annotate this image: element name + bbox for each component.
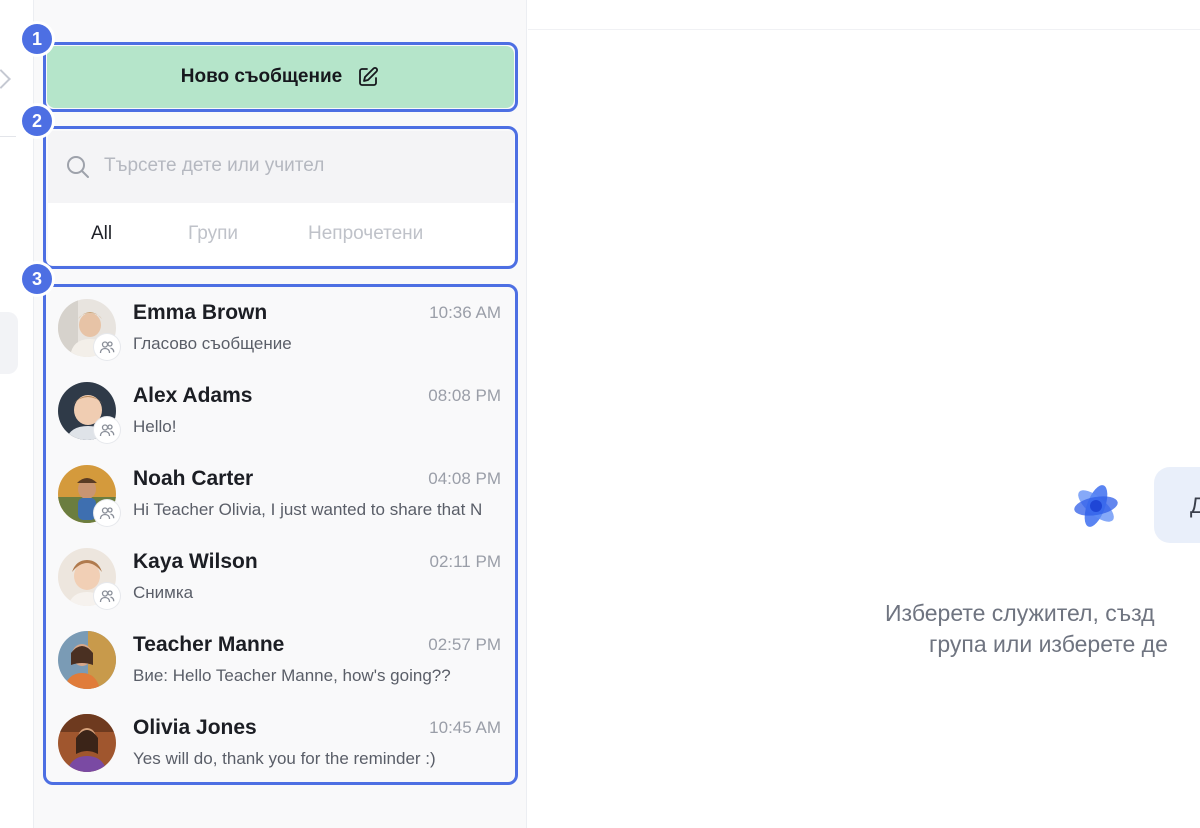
bubble-text: Д xyxy=(1190,493,1200,518)
highlight-conversation-list xyxy=(43,284,518,785)
chat-bubble: Д xyxy=(1154,467,1200,543)
rail-active-item[interactable] xyxy=(0,312,18,374)
highlight-new-message xyxy=(43,42,518,112)
chat-main-area xyxy=(528,0,1200,828)
header-divider xyxy=(528,29,1200,30)
rail-divider xyxy=(0,136,16,137)
empty-state-text-line1: Изберете служител, създ xyxy=(885,600,1155,626)
collapse-arrow-icon[interactable] xyxy=(0,69,11,89)
highlight-search-tabs xyxy=(43,126,518,269)
annotation-badge-2: 2 xyxy=(22,106,52,136)
annotation-badge-3: 3 xyxy=(22,264,52,294)
annotation-badge-1: 1 xyxy=(22,24,52,54)
flower-logo-icon xyxy=(1074,485,1118,527)
empty-state-text-line2: група или изберете де xyxy=(929,631,1168,657)
